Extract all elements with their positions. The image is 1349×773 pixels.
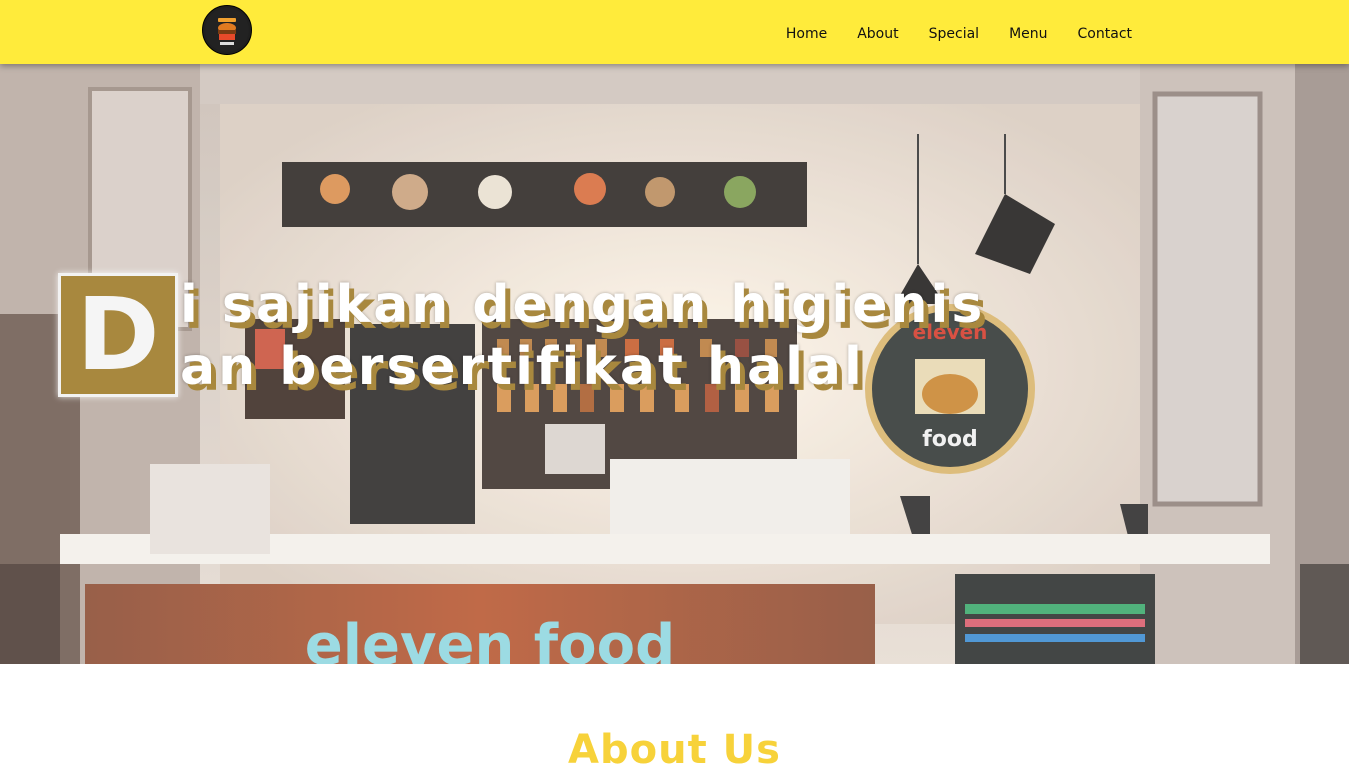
hero-line-1: i sajikan dengan higienis (180, 275, 986, 335)
nav-special[interactable]: Special (929, 24, 979, 44)
logo[interactable] (202, 5, 252, 55)
logo-icon (205, 8, 249, 52)
about-title: About Us (568, 727, 781, 773)
hero-headline: D i sajikan dengan higienis an bersertif… (58, 273, 1058, 398)
navbar: Home About Special Menu Contact (0, 0, 1349, 64)
nav-menu[interactable]: Menu (1009, 24, 1047, 44)
hero-dropcap: D (58, 273, 178, 397)
hero-section: eleven food eleven food D i sajikan deng… (0, 64, 1349, 664)
main-nav: Home About Special Menu Contact (786, 24, 1132, 44)
nav-home[interactable]: Home (786, 24, 827, 44)
nav-about[interactable]: About (857, 24, 898, 44)
hero-line-2: an bersertifikat halal (180, 337, 865, 397)
nav-contact[interactable]: Contact (1078, 24, 1132, 44)
